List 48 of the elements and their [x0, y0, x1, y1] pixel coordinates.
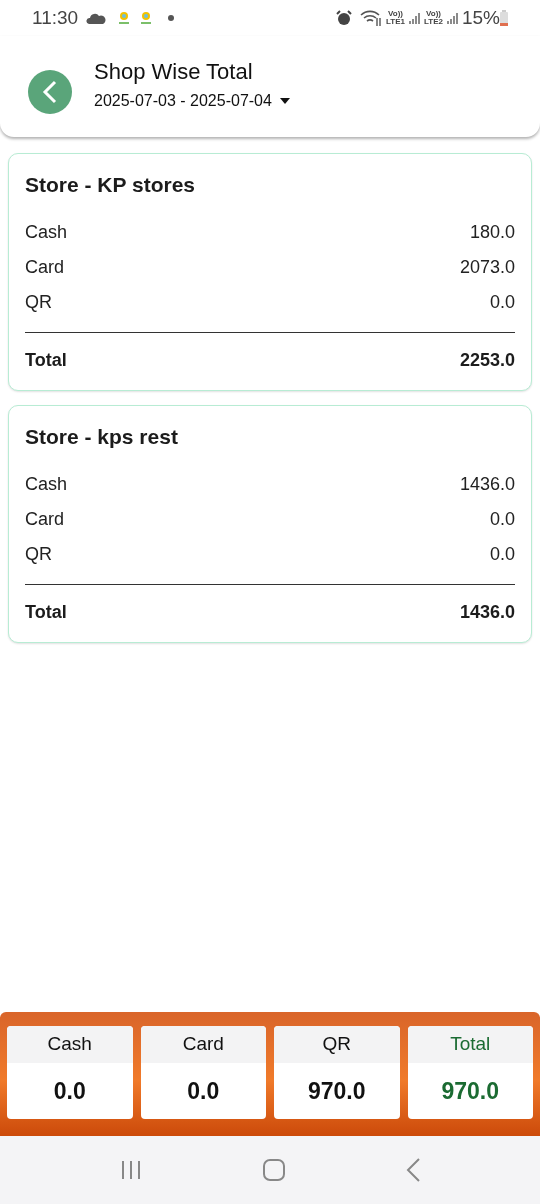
caret-down-icon	[279, 97, 290, 104]
payment-amount: 0.0	[489, 543, 515, 566]
total-label: Total	[25, 349, 67, 372]
store-title: Store - kps rest	[25, 426, 179, 447]
back-icon[interactable]	[404, 1157, 421, 1183]
payment-amount: 0.0	[489, 508, 515, 531]
payment-label: Cash	[25, 473, 68, 496]
payment-label: QR	[25, 291, 52, 314]
payment-label: Card	[25, 508, 64, 531]
payment-amount: 0.0	[489, 291, 515, 314]
payment-amount: 1436.0	[459, 473, 515, 496]
summary-label: Card	[182, 1032, 224, 1057]
summary-value: 970.0	[307, 1076, 366, 1106]
home-icon[interactable]	[262, 1158, 286, 1182]
network-label: LTE1	[386, 18, 405, 26]
store-title: Store - KP stores	[25, 174, 196, 195]
total-amount: 2253.0	[459, 349, 515, 372]
signal-icon	[445, 12, 458, 24]
summary-label: Cash	[47, 1032, 92, 1057]
volte-label: Vo))	[388, 10, 403, 18]
volte-label: Vo))	[426, 10, 441, 18]
signal-icon	[408, 12, 420, 24]
battery-text: 15%	[461, 5, 500, 30]
summary-label: QR	[322, 1032, 351, 1057]
date-range-dropdown[interactable]: 2025-07-03 - 2025-07-04	[94, 88, 290, 113]
payment-amount: 2073.0	[459, 256, 515, 279]
app-icon	[118, 11, 131, 25]
summary-value: 970.0	[441, 1076, 500, 1106]
page-title: Shop Wise Total	[94, 60, 254, 83]
summary-label: Total	[450, 1032, 491, 1057]
summary-value: 0.0	[187, 1076, 220, 1106]
payment-label: QR	[25, 543, 52, 566]
app-icon	[140, 11, 153, 25]
alarm-icon	[336, 10, 353, 26]
dot-icon	[168, 15, 175, 21]
cloud-icon	[86, 12, 107, 24]
payment-label: Cash	[25, 221, 68, 244]
chevron-left-icon	[42, 79, 58, 104]
payment-label: Card	[25, 256, 64, 279]
payment-amount: 180.0	[469, 221, 515, 244]
total-label: Total	[25, 601, 67, 624]
time-text: 11:30	[32, 5, 79, 30]
back-button[interactable]	[28, 69, 72, 114]
summary-value: 0.0	[53, 1076, 86, 1106]
total-amount: 1436.0	[459, 601, 515, 624]
network-label: LTE2	[424, 18, 443, 26]
wifi-icon	[360, 10, 383, 26]
battery-icon	[500, 10, 508, 26]
